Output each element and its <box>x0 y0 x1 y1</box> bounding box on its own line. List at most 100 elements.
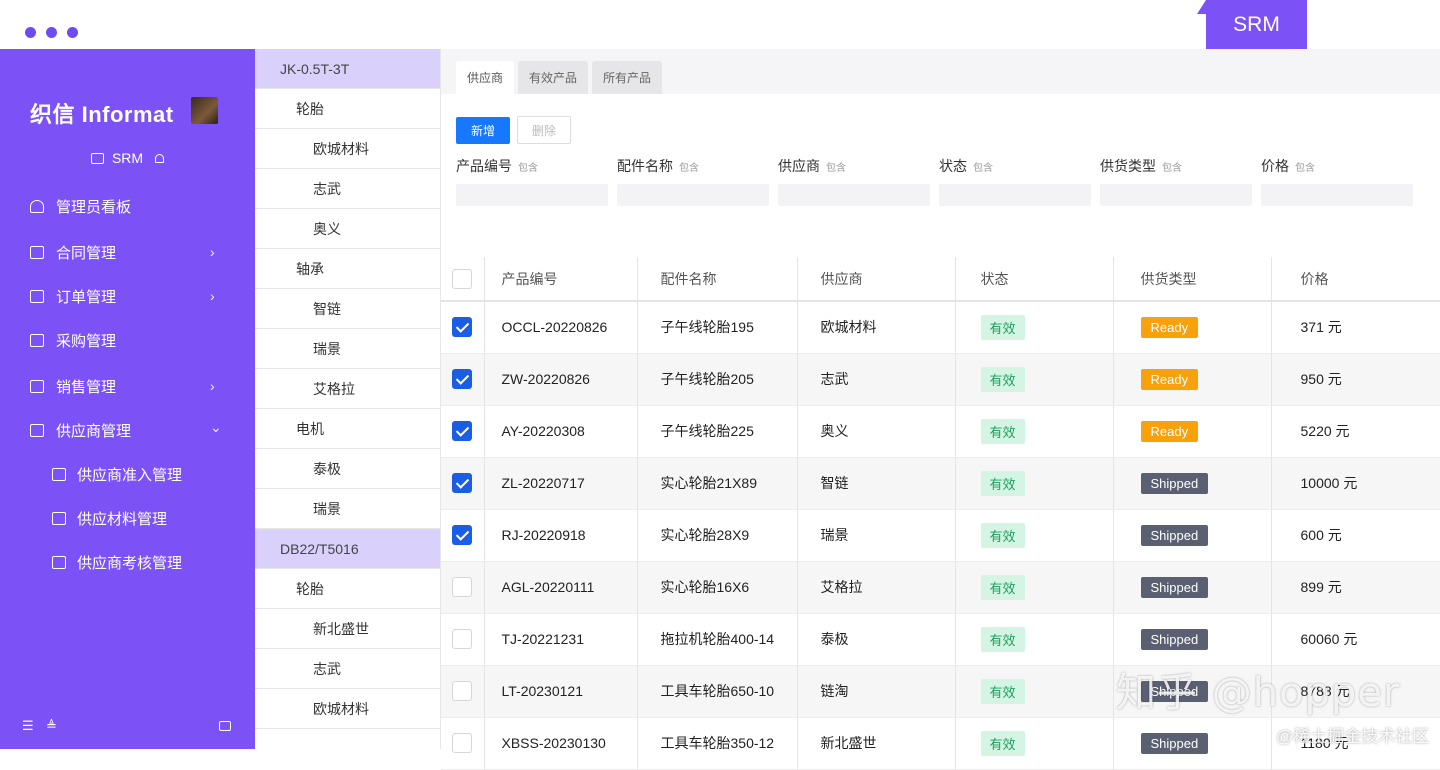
filter-part-name-input[interactable] <box>617 184 769 206</box>
supplier-cell: 欧城材料 <box>797 301 956 354</box>
tree-node[interactable]: JK-0.5T-3T <box>255 49 440 89</box>
filter-label: 配件名称 <box>617 158 673 174</box>
table-row[interactable]: AGL-20220111 实心轮胎16X6 艾格拉 有效 Shipped 899 元 <box>441 561 1440 614</box>
filter-mode[interactable]: 包含 <box>1162 163 1182 174</box>
sidebar-item-purchasing[interactable]: 采购管理 <box>0 325 255 355</box>
filter-mode[interactable]: 包含 <box>679 163 699 174</box>
filter-mode[interactable]: 包含 <box>973 163 993 174</box>
status-badge: 有效 <box>980 626 1025 652</box>
filter-price-input[interactable] <box>1261 184 1413 206</box>
tree-node[interactable]: 瑞景 <box>255 489 440 529</box>
sidebar-item-admin-dashboard[interactable]: 管理员看板 <box>0 191 255 221</box>
category-tree: JK-0.5T-3T 轮胎 欧城材料 志武 奥义 轴承 智链 瑞景 艾格拉 电机… <box>255 49 441 749</box>
bell-icon[interactable] <box>155 153 165 163</box>
status-cell: 有效 <box>955 717 1114 770</box>
srm-badge: SRM <box>1206 0 1307 49</box>
chevron-down-icon: ⌄ <box>210 419 222 435</box>
sidebar-footer: ☰ ≜ <box>0 718 255 738</box>
filter-status-input[interactable] <box>939 184 1091 206</box>
select-all-checkbox[interactable] <box>452 268 473 289</box>
column-header[interactable]: 产品编号 <box>484 257 638 302</box>
window-dot-icon[interactable] <box>67 27 78 38</box>
table-row[interactable]: ZW-20220826 子午线轮胎205 志武 有效 Ready 950 元 <box>441 353 1440 406</box>
table-row[interactable]: TJ-20221231 拖拉机轮胎400-14 泰极 有效 Shipped 60060 元 <box>441 613 1440 666</box>
select-cell <box>441 717 485 770</box>
tab-all-products[interactable]: 所有产品 <box>592 61 663 94</box>
tree-node[interactable]: 志武 <box>255 649 440 689</box>
column-header[interactable]: 状态 <box>955 257 1114 302</box>
tree-node[interactable]: 奥义 <box>255 209 440 249</box>
tab-valid-products[interactable]: 有效产品 <box>518 61 589 94</box>
tree-node[interactable]: DB22/T5016 <box>255 529 440 569</box>
tree-node[interactable]: 轮胎 <box>255 569 440 609</box>
tree-node[interactable]: 志武 <box>255 169 440 209</box>
tree-node[interactable]: 智链 <box>255 289 440 329</box>
table-row[interactable]: AY-20220308 子午线轮胎225 奥义 有效 Ready 5220 元 <box>441 405 1440 458</box>
supply-type-badge: Shipped <box>1140 732 1209 754</box>
tree-node[interactable]: 欧城材料 <box>255 689 440 729</box>
row-checkbox[interactable] <box>452 369 473 389</box>
supplier-cell: 志武 <box>797 353 956 406</box>
sidebar-item-suppliers[interactable]: 供应商管理 ⌄ <box>0 415 255 445</box>
row-checkbox[interactable] <box>452 577 473 597</box>
tree-node[interactable]: 艾格拉 <box>255 369 440 409</box>
filter-supply-type-input[interactable] <box>1100 184 1252 206</box>
table-row[interactable]: ZL-20220717 实心轮胎21X89 智链 有效 Shipped 10000 元 <box>441 457 1440 510</box>
window-dot-icon[interactable] <box>46 27 57 38</box>
column-header[interactable]: 价格 <box>1271 257 1440 302</box>
select-cell <box>441 457 485 510</box>
filter-mode[interactable]: 包含 <box>518 163 538 174</box>
filter-supplier-input[interactable] <box>778 184 930 206</box>
tree-node[interactable]: 新北盛世 <box>255 609 440 649</box>
add-button[interactable]: 新增 <box>456 117 510 144</box>
row-checkbox[interactable] <box>452 421 473 441</box>
column-header[interactable]: 配件名称 <box>637 257 798 302</box>
price-cell: 60060 元 <box>1271 613 1440 666</box>
column-header[interactable]: 供货类型 <box>1113 257 1272 302</box>
product-code-cell: AGL-20220111 <box>484 561 638 614</box>
product-code-cell: ZL-20220717 <box>484 457 638 510</box>
window-controls[interactable] <box>25 27 78 38</box>
panel-toggle-icon[interactable] <box>219 721 231 731</box>
tab-suppliers[interactable]: 供应商 <box>456 61 515 94</box>
sidebar-item-supplier-admission[interactable]: 供应商准入管理 <box>0 459 255 489</box>
menu-icon[interactable]: ☰ <box>22 718 34 734</box>
collapse-icon[interactable]: ≜ <box>46 718 57 734</box>
supplier-cell: 链淘 <box>797 665 956 718</box>
status-badge: 有效 <box>980 574 1025 600</box>
tree-node[interactable]: 欧城材料 <box>255 129 440 169</box>
sidebar-item-supply-materials[interactable]: 供应材料管理 <box>0 503 255 533</box>
select-cell <box>441 301 485 354</box>
watermark: 知乎 @hopper <box>1116 670 1401 716</box>
grid-icon <box>30 333 44 347</box>
row-checkbox[interactable] <box>452 629 473 649</box>
delete-button[interactable]: 删除 <box>517 116 571 144</box>
status-badge: 有效 <box>980 730 1025 756</box>
status-badge: 有效 <box>980 678 1025 704</box>
column-header[interactable]: 供应商 <box>797 257 956 302</box>
row-checkbox[interactable] <box>452 525 473 545</box>
app-switcher[interactable]: SRM <box>0 150 255 166</box>
filter-mode[interactable]: 包含 <box>826 163 846 174</box>
row-checkbox[interactable] <box>452 317 473 338</box>
brand-logo: 织信 Informat <box>30 102 174 127</box>
avatar[interactable] <box>191 97 218 124</box>
sidebar-item-contracts[interactable]: 合同管理 › <box>0 237 255 267</box>
table-row[interactable]: OCCL-20220826 子午线轮胎195 欧城材料 有效 Ready 371 元 <box>441 301 1440 354</box>
sidebar-item-orders[interactable]: 订单管理 › <box>0 281 255 311</box>
tree-node[interactable]: 瑞景 <box>255 329 440 369</box>
row-checkbox[interactable] <box>452 733 473 753</box>
row-checkbox[interactable] <box>452 473 473 493</box>
tree-node[interactable]: 轴承 <box>255 249 440 289</box>
table-row[interactable]: RJ-20220918 实心轮胎28X9 瑞景 有效 Shipped 600 元 <box>441 509 1440 562</box>
content-panel: 新增 删除 产品编号 包含 配件名称 包含 供应商 包含 状态 包含 供货类型 包含 价格… <box>441 94 1440 770</box>
tree-node[interactable]: 泰极 <box>255 449 440 489</box>
tree-node[interactable]: 轮胎 <box>255 89 440 129</box>
sidebar-item-supplier-evaluation[interactable]: 供应商考核管理 <box>0 547 255 577</box>
row-checkbox[interactable] <box>452 681 473 701</box>
window-dot-icon[interactable] <box>25 27 36 38</box>
tree-node[interactable]: 电机 <box>255 409 440 449</box>
filter-mode[interactable]: 包含 <box>1295 163 1315 174</box>
filter-product-code-input[interactable] <box>456 184 608 206</box>
sidebar-item-sales[interactable]: 销售管理 › <box>0 371 255 401</box>
